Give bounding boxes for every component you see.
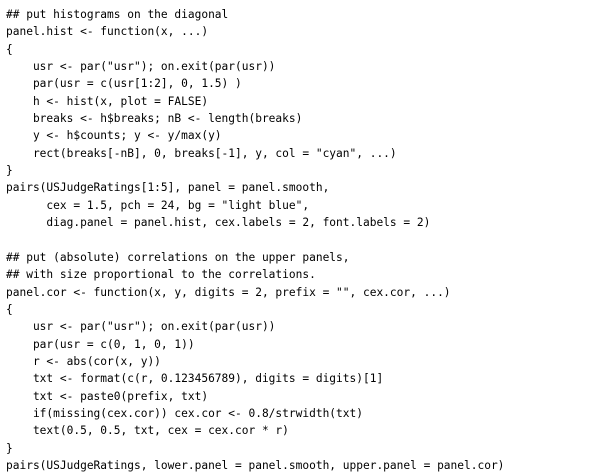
code-line: text(0.5, 0.5, txt, cex = cex.cor * r) (6, 424, 289, 438)
code-block: ## put histograms on the diagonal panel.h… (6, 6, 594, 474)
code-line: y <- h$counts; y <- y/max(y) (6, 129, 222, 143)
code-line: usr <- par("usr"); on.exit(par(usr)) (6, 320, 276, 334)
code-line: } (6, 441, 13, 455)
code-line-comment: ## put histograms on the diagonal (6, 8, 229, 21)
code-line-comment: ## with size proportional to the correla… (6, 268, 316, 282)
code-line: panel.cor <- function(x, y, digits = 2, … (6, 285, 451, 299)
code-line: { (6, 302, 13, 316)
code-line: breaks <- h$breaks; nB <- length(breaks) (6, 112, 303, 126)
code-line: if(missing(cex.cor)) cex.cor <- 0.8/strw… (6, 406, 363, 420)
code-line: pairs(USJudgeRatings, lower.panel = pane… (6, 458, 505, 472)
code-line: { (6, 42, 13, 56)
code-line: panel.hist <- function(x, ...) (6, 25, 209, 39)
code-line: txt <- paste0(prefix, txt) (6, 389, 209, 403)
code-line: usr <- par("usr"); on.exit(par(usr)) (6, 60, 276, 74)
code-line: rect(breaks[-nB], 0, breaks[-1], y, col … (6, 146, 397, 160)
code-line-comment: ## put (absolute) correlations on the up… (6, 250, 350, 264)
code-line: cex = 1.5, pch = 24, bg = "light blue", (6, 198, 310, 212)
code-line: diag.panel = panel.hist, cex.labels = 2,… (6, 216, 431, 230)
code-line: txt <- format(c(r, 0.123456789), digits … (6, 372, 384, 386)
code-line: par(usr = c(0, 1, 0, 1)) (6, 337, 195, 351)
code-line: pairs(USJudgeRatings[1:5], panel = panel… (6, 181, 330, 195)
code-line: h <- hist(x, plot = FALSE) (6, 94, 209, 108)
code-line: r <- abs(cor(x, y)) (6, 354, 161, 368)
code-line: } (6, 164, 13, 178)
code-line: par(usr = c(usr[1:2], 0, 1.5) ) (6, 77, 242, 91)
